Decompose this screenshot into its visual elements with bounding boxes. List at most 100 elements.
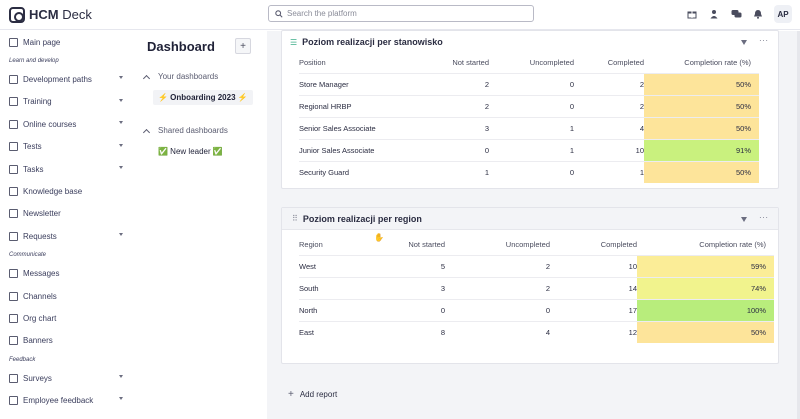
bell-icon[interactable] — [752, 8, 764, 20]
report-table: Position Not started Uncompleted Completed C… — [299, 53, 759, 183]
chevron-down-icon[interactable] — [119, 165, 123, 169]
column-header[interactable]: Region — [299, 235, 381, 255]
add-dashboard-button[interactable]: + — [235, 38, 251, 54]
column-header[interactable]: Completed — [574, 53, 644, 73]
table-cell: 2 — [445, 254, 550, 277]
column-header[interactable]: Not started — [381, 235, 445, 255]
sidebar-item-knowledge-base[interactable]: Knowledge base — [0, 180, 132, 202]
sidebar-item-main-page[interactable]: Main page — [0, 31, 132, 53]
completion-rate-cell: 50% — [644, 116, 759, 139]
nav-item-icon — [9, 37, 18, 47]
table-cell: 10 — [550, 254, 637, 277]
chat-icon[interactable] — [730, 8, 742, 20]
table-cell: 2 — [445, 276, 550, 299]
drag-handle-icon[interactable]: ⠿ — [292, 214, 298, 223]
sidebar-item-label: Development paths — [23, 75, 92, 85]
sidebar-item-tasks[interactable]: Tasks — [0, 158, 132, 180]
table-cell: Junior Sales Associate — [299, 138, 429, 161]
add-report-button[interactable]: + Add report — [288, 389, 337, 400]
top-actions: AP — [686, 5, 792, 23]
table-cell: 5 — [381, 254, 445, 277]
table-row: North 0 0 17 100% — [299, 298, 774, 321]
dashboard-item-onboarding[interactable]: ⚡ Onboarding 2023 ⚡ — [153, 90, 253, 105]
table-row: West 5 2 10 59% — [299, 254, 774, 277]
sidebar-item-requests[interactable]: Requests — [0, 225, 132, 247]
table-cell: 17 — [550, 298, 637, 321]
column-header[interactable]: Completion rate (%) — [637, 235, 774, 255]
brand-name-bold: HCM — [29, 7, 59, 22]
table-cell: 0 — [489, 160, 574, 183]
chevron-down-icon[interactable] — [119, 121, 123, 125]
table-cell: 12 — [550, 320, 637, 343]
chevron-down-icon[interactable] — [119, 375, 123, 379]
shared-dashboards-toggle[interactable]: Shared dashboards — [142, 126, 228, 136]
table-cell: West — [299, 254, 381, 277]
dashboard-item-new-leader[interactable]: ✅ New leader ✅ — [153, 144, 228, 159]
sidebar-section-label: Communicate — [9, 252, 47, 259]
column-header[interactable]: Completion rate (%) — [644, 53, 759, 73]
people-icon[interactable] — [708, 8, 720, 20]
table-cell: 8 — [381, 320, 445, 343]
report-header: ⠿ Poziom realizacji per region ··· — [282, 208, 778, 230]
table-cell: 1 — [489, 138, 574, 161]
report-card-region: ⠿ Poziom realizacji per region ··· Regio… — [281, 207, 779, 364]
sidebar-item-messages[interactable]: Messages — [0, 263, 132, 285]
table-cell: 0 — [489, 94, 574, 117]
table-cell: 1 — [489, 116, 574, 139]
top-bar: HCM Deck AP — [0, 0, 800, 30]
table-cell: 1 — [429, 160, 489, 183]
column-header[interactable]: Position — [299, 53, 429, 73]
nav-item-icon — [9, 164, 18, 174]
more-icon[interactable]: ··· — [759, 213, 769, 222]
sidebar-item-newsletter[interactable]: Newsletter — [0, 203, 132, 225]
sidebar-item-label: Tests — [23, 142, 42, 152]
table-cell: 2 — [429, 72, 489, 95]
table-cell: South — [299, 276, 381, 299]
table-cell: 0 — [445, 298, 550, 321]
completion-rate-cell: 74% — [637, 276, 774, 299]
sidebar-item-label: Surveys — [23, 373, 52, 383]
sidebar-item-label: Knowledge base — [23, 187, 83, 197]
column-header[interactable]: Uncompleted — [445, 235, 550, 255]
chevron-down-icon[interactable] — [119, 98, 123, 102]
chevron-down-icon[interactable] — [119, 143, 123, 147]
table-row: South 3 2 14 74% — [299, 276, 774, 299]
sidebar-item-surveys[interactable]: Surveys — [0, 367, 132, 389]
completion-rate-cell: 91% — [644, 138, 759, 161]
search-icon — [275, 9, 283, 18]
sidebar-item-employee-feedback[interactable]: Employee feedback — [0, 389, 132, 411]
user-avatar[interactable]: AP — [774, 5, 792, 23]
filter-icon[interactable] — [741, 217, 747, 222]
table-cell: 0 — [489, 72, 574, 95]
search-input[interactable] — [287, 9, 517, 18]
completion-rate-cell: 100% — [637, 298, 774, 321]
column-header[interactable]: Not started — [429, 53, 489, 73]
sidebar-item-label: Messages — [23, 269, 60, 279]
filter-icon[interactable] — [741, 40, 747, 45]
column-header[interactable]: Completed — [550, 235, 637, 255]
dashboard-panel: Dashboard + Your dashboards ⚡ Onboarding… — [132, 31, 267, 419]
table-row: Junior Sales Associate 0 1 10 91% — [299, 138, 759, 161]
brand-name: HCM Deck — [29, 7, 92, 22]
sidebar-item-online-courses[interactable]: Online courses — [0, 113, 132, 135]
list-icon: ☰ — [290, 37, 298, 47]
chevron-down-icon[interactable] — [119, 76, 123, 80]
your-dashboards-toggle[interactable]: Your dashboards — [142, 72, 218, 82]
column-header[interactable]: Uncompleted — [489, 53, 574, 73]
more-icon[interactable]: ··· — [759, 36, 769, 45]
sidebar-item-org-chart[interactable]: Org chart — [0, 307, 132, 329]
chevron-up-icon — [142, 128, 151, 136]
search-box[interactable] — [268, 5, 534, 22]
chevron-down-icon[interactable] — [119, 397, 123, 401]
chevron-down-icon[interactable] — [119, 233, 123, 237]
gift-icon[interactable] — [686, 8, 698, 20]
sidebar-item-training[interactable]: Training — [0, 91, 132, 113]
brand-logo[interactable]: HCM Deck — [9, 6, 92, 23]
sidebar-item-tests[interactable]: Tests — [0, 136, 132, 158]
sidebar-item-label: Newsletter — [23, 209, 61, 219]
sidebar-item-development-paths[interactable]: Development paths — [0, 68, 132, 90]
sidebar-item-banners[interactable]: Banners — [0, 330, 132, 352]
sidebar-item-label: Tasks — [23, 164, 44, 174]
chevron-up-icon — [142, 74, 151, 82]
sidebar-item-channels[interactable]: Channels — [0, 285, 132, 307]
